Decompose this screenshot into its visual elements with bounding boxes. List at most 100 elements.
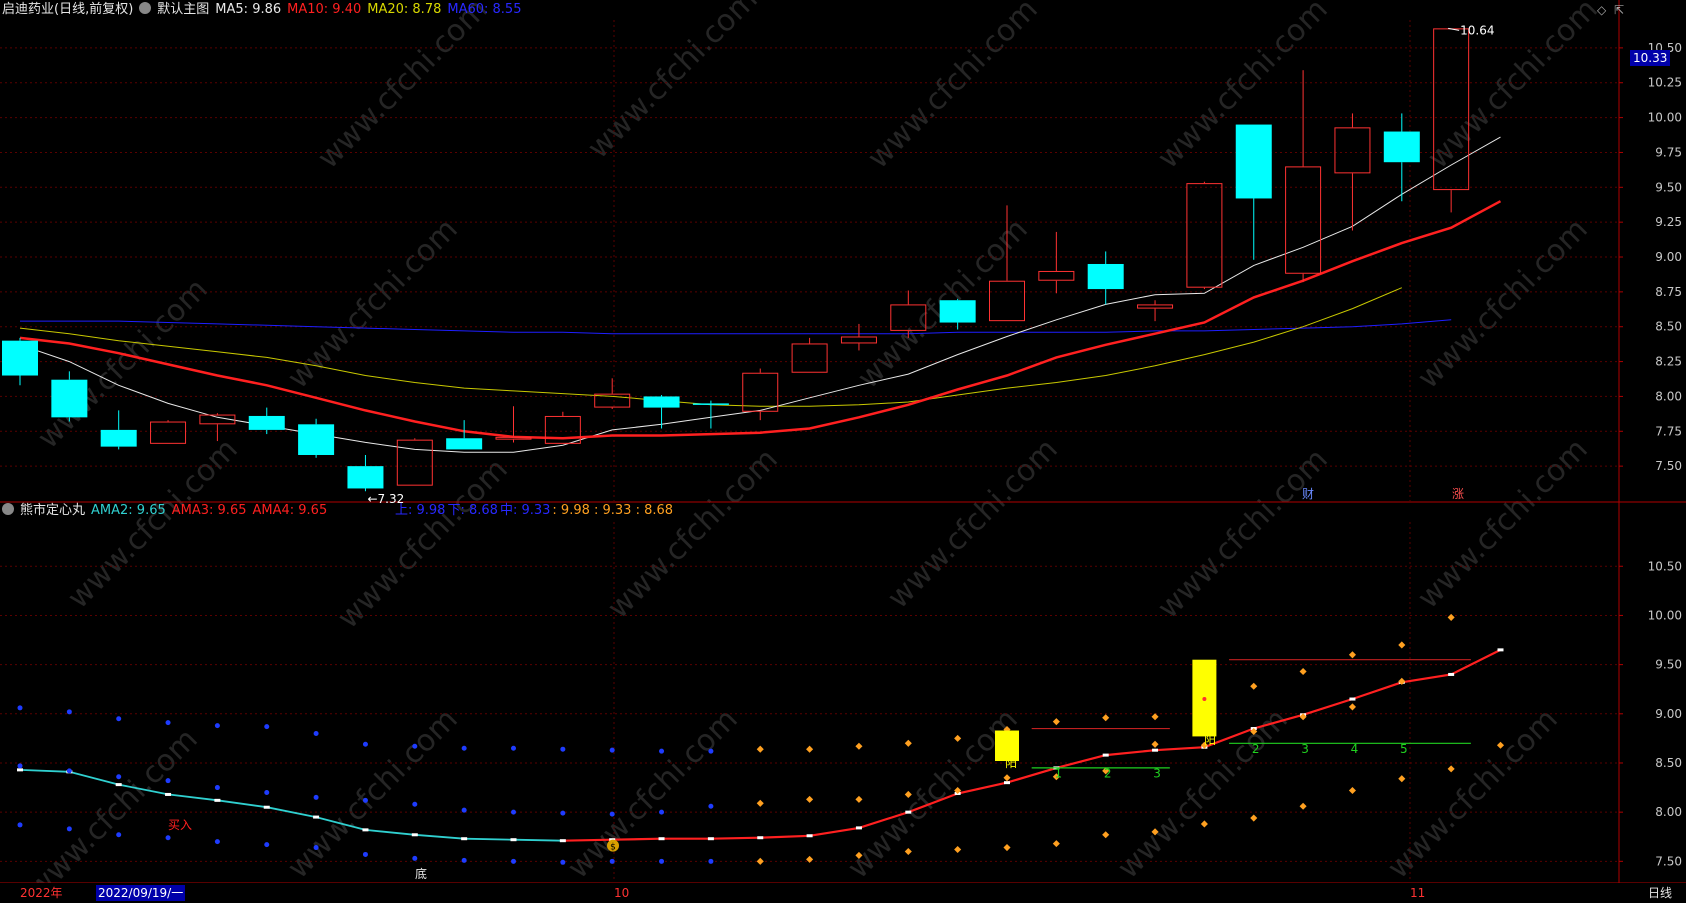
indicator-name[interactable]: 熊市定心丸 — [20, 503, 85, 518]
ama-marker — [707, 837, 714, 841]
ma5-value: MA5: 9.86 — [215, 2, 282, 17]
ama-marker — [757, 836, 764, 840]
high-price-label: 10.64 — [1460, 23, 1494, 37]
y-tick-label: 8.00 — [1655, 805, 1682, 819]
candle-body — [51, 379, 88, 418]
ama-marker — [115, 783, 122, 787]
ma60-value: MA60: 8.55 — [447, 2, 522, 17]
y-tick-label: 10.00 — [1648, 608, 1682, 622]
y-tick-label: 7.50 — [1655, 854, 1682, 868]
y-tick-label: 8.75 — [1655, 285, 1682, 299]
band-dot — [708, 748, 714, 754]
ama-marker — [165, 792, 172, 796]
diamond-icon[interactable]: ◇ — [1597, 3, 1606, 17]
y-tick-label: 8.50 — [1655, 320, 1682, 334]
band-dot — [214, 723, 220, 729]
band-dot — [708, 858, 714, 864]
signal-dot — [1202, 697, 1207, 702]
band-dot — [165, 720, 171, 726]
stock-chart[interactable]: www.cfchi.comwww.cfchi.com www.cfchi.com w… — [0, 0, 1686, 903]
ama-marker — [214, 798, 221, 802]
y-tick-label: 9.25 — [1655, 215, 1682, 229]
y-tick-label: 8.25 — [1655, 355, 1682, 369]
ama-marker — [559, 839, 566, 843]
band-dot — [461, 857, 467, 863]
y-tick-label: 9.50 — [1655, 658, 1682, 672]
band-dot — [659, 809, 665, 815]
band-dot — [313, 794, 319, 800]
ama-marker — [313, 815, 320, 819]
y-tick-label: 9.75 — [1655, 145, 1682, 159]
band-dot — [66, 826, 72, 832]
sub-chart-header: 熊市定心丸 AMA2: 9.65 AMA3: 9.65 AMA4: 9.65 — [2, 501, 333, 521]
template-name[interactable]: 默认主图 — [157, 2, 209, 17]
cursor-date: 2022/09/19/一 — [96, 885, 186, 901]
band-dot — [708, 803, 714, 809]
ama4-value: AMA4: 9.65 — [252, 503, 328, 518]
band-dot — [511, 809, 516, 815]
candle-body — [1087, 263, 1124, 290]
band-dot — [362, 851, 368, 857]
band-dot — [609, 811, 615, 817]
band-dot — [66, 768, 72, 774]
band-dot — [609, 747, 615, 753]
candle-body — [100, 429, 137, 447]
main-chart-header: 启迪药业(日线,前复权) 默认主图 MA5: 9.86 MA10: 9.40 MA20:… — [2, 0, 527, 20]
money-bag-glyph: $ — [610, 843, 616, 853]
ama3-value: AMA3: 9.65 — [171, 503, 247, 518]
y-tick-label: 9.00 — [1655, 707, 1682, 721]
chart-background — [0, 0, 1686, 903]
candle-body — [692, 403, 729, 405]
band-dot — [17, 763, 23, 769]
ama-marker — [411, 833, 418, 837]
ama-marker — [658, 837, 665, 841]
band-dot — [116, 832, 122, 838]
band-dot — [362, 797, 368, 803]
yang-label: 阳 — [1005, 756, 1017, 770]
band-dot — [214, 785, 220, 791]
ama-marker — [510, 838, 517, 842]
band-dot — [659, 748, 665, 754]
y-tick-label: 10.00 — [1648, 111, 1682, 125]
ama-marker — [263, 805, 270, 809]
count-label: 2 — [1104, 767, 1112, 781]
ma20-value: MA20: 8.78 — [367, 2, 442, 17]
y-tick-label: 7.50 — [1655, 459, 1682, 473]
band-dot — [609, 858, 615, 864]
band-dot — [66, 709, 72, 715]
band-dot — [116, 716, 122, 722]
stock-title: 启迪药业(日线,前复权) — [2, 2, 134, 17]
time-axis[interactable]: 2022年 2022/09/19/一 10 11 日线 — [0, 883, 1686, 903]
band-dot — [17, 705, 23, 711]
ama-marker — [1497, 648, 1504, 652]
period-label[interactable]: 日线 — [1648, 885, 1672, 901]
buy-signal-label: 买入 — [168, 818, 192, 832]
year-label: 2022年 — [20, 886, 63, 900]
ama-marker — [905, 810, 912, 814]
band-values: : 9.98 : 9.33 : 8.68 — [552, 503, 674, 518]
ama-marker — [1152, 748, 1159, 752]
ama-marker — [461, 837, 468, 841]
candle-body — [347, 466, 384, 489]
ama-marker — [855, 826, 862, 830]
y-tick-label: 9.50 — [1655, 180, 1682, 194]
settings-icon[interactable] — [139, 2, 152, 14]
event-marker-zhang: 涨 — [1452, 486, 1464, 501]
candle-body — [2, 340, 38, 376]
settings-icon[interactable] — [2, 503, 14, 515]
mid-value: 中: 9.33 — [499, 503, 551, 518]
ama-marker — [1448, 672, 1455, 676]
count-label: 3 — [1153, 767, 1161, 781]
candle-body — [939, 300, 976, 323]
expand-icon[interactable]: ⇱ — [1614, 3, 1624, 17]
band-dot — [264, 724, 270, 730]
band-dot — [412, 743, 418, 749]
candle-body — [298, 424, 335, 455]
month-nov-label: 11 — [1410, 886, 1426, 900]
band-dot — [313, 730, 319, 736]
y-tick-label: 7.75 — [1655, 424, 1682, 438]
candle-body — [643, 396, 680, 408]
candle-body — [1383, 131, 1420, 163]
event-marker-cai: 财 — [1302, 487, 1314, 501]
ama-marker — [17, 768, 23, 772]
